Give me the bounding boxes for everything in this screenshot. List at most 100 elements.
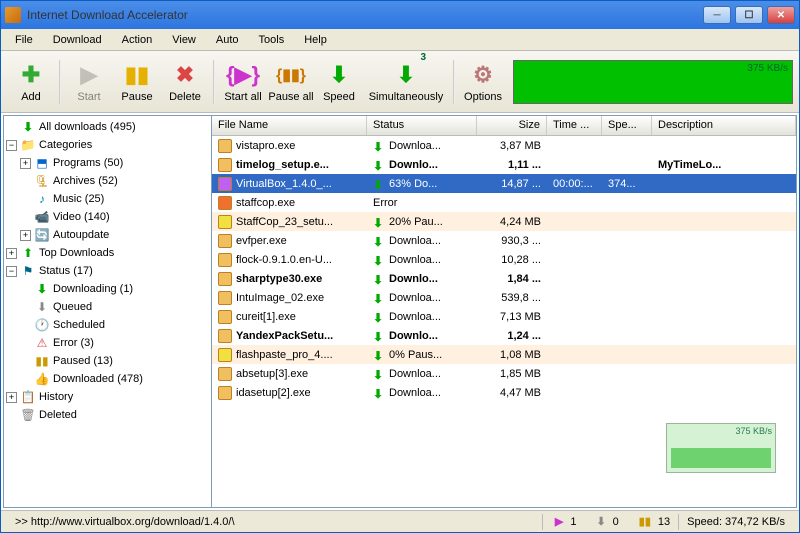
folder-icon: 📁 — [20, 137, 36, 153]
expand-icon[interactable]: + — [20, 158, 31, 169]
menu-action[interactable]: Action — [112, 32, 163, 48]
cell-description — [652, 201, 796, 205]
col-status[interactable]: Status — [367, 116, 477, 135]
cell-time — [547, 334, 602, 338]
table-row[interactable]: sharptype30.exe⬇Downlo...1,84 ... — [212, 269, 796, 288]
status-paused: ▮▮13 — [627, 515, 678, 528]
options-button[interactable]: ⚙ Options — [459, 54, 507, 110]
cell-time — [547, 277, 602, 281]
cell-size — [477, 201, 547, 205]
col-speed[interactable]: Spe... — [602, 116, 652, 135]
tree-queued[interactable]: ⬇Queued — [6, 298, 209, 316]
file-icon — [218, 348, 232, 362]
cell-size: 14,87 ... — [477, 176, 547, 192]
close-button[interactable]: ✕ — [767, 6, 795, 24]
table-row[interactable]: evfper.exe⬇Downloa...930,3 ... — [212, 231, 796, 250]
download-icon: ⬇ — [373, 235, 385, 247]
col-description[interactable]: Description — [652, 116, 796, 135]
delete-button[interactable]: ✖ Delete — [161, 54, 209, 110]
col-time[interactable]: Time ... — [547, 116, 602, 135]
tree-history[interactable]: +📋History — [6, 388, 209, 406]
menu-help[interactable]: Help — [294, 32, 337, 48]
download-icon: ⬇ — [373, 254, 385, 266]
expand-icon[interactable]: + — [20, 230, 31, 241]
tree-downloading[interactable]: ⬇Downloading (1) — [6, 280, 209, 298]
tree-programs[interactable]: +⬒Programs (50) — [6, 154, 209, 172]
minimize-button[interactable]: ─ — [703, 6, 731, 24]
cell-size: 10,28 ... — [477, 252, 547, 268]
category-tree[interactable]: ⬇All downloads (495) −📁Categories +⬒Prog… — [4, 116, 212, 507]
separator — [453, 60, 455, 104]
download-icon: ⬇ — [373, 368, 385, 380]
menu-auto[interactable]: Auto — [206, 32, 249, 48]
separator — [59, 60, 61, 104]
menu-download[interactable]: Download — [43, 32, 112, 48]
table-row[interactable]: VirtualBox_1.4.0_...⬇63% Do...14,87 ...0… — [212, 174, 796, 193]
tree-archives[interactable]: 🗜Archives (52) — [6, 172, 209, 190]
cell-status: ⬇Downloa... — [367, 233, 477, 249]
titlebar[interactable]: Internet Download Accelerator ─ ☐ ✕ — [1, 1, 799, 29]
maximize-button[interactable]: ☐ — [735, 6, 763, 24]
tree-top-downloads[interactable]: +⬆Top Downloads — [6, 244, 209, 262]
menu-tools[interactable]: Tools — [249, 32, 295, 48]
cell-time — [547, 220, 602, 224]
pause-all-button[interactable]: {▮▮} Pause all — [267, 54, 315, 110]
cell-speed — [602, 220, 652, 224]
expand-icon[interactable]: + — [6, 248, 17, 259]
table-row[interactable]: StaffCop_23_setu...⬇20% Pau...4,24 MB — [212, 212, 796, 231]
tree-paused[interactable]: ▮▮Paused (13) — [6, 352, 209, 370]
tree-autoupdate[interactable]: +🔄Autoupdate — [6, 226, 209, 244]
add-button[interactable]: ✚ Add — [7, 54, 55, 110]
cell-filename: IntuImage_02.exe — [212, 289, 367, 307]
table-row[interactable]: YandexPackSetu...⬇Downlo...1,24 ... — [212, 326, 796, 345]
expand-icon[interactable]: + — [6, 392, 17, 403]
table-row[interactable]: IntuImage_02.exe⬇Downloa...539,8 ... — [212, 288, 796, 307]
download-icon: ⬇ — [373, 311, 385, 323]
clock-icon: 🕐 — [34, 317, 50, 333]
tree-music[interactable]: ♪Music (25) — [6, 190, 209, 208]
collapse-icon[interactable]: − — [6, 140, 17, 151]
tree-video[interactable]: 📹Video (140) — [6, 208, 209, 226]
pause-button[interactable]: ▮▮ Pause — [113, 54, 161, 110]
cell-time — [547, 391, 602, 395]
cell-description — [652, 258, 796, 262]
error-icon: ⚠ — [34, 335, 50, 351]
table-row[interactable]: staffcop.exeError — [212, 193, 796, 212]
menu-view[interactable]: View — [162, 32, 206, 48]
cell-speed — [602, 163, 652, 167]
queued-icon: ⬇ — [592, 515, 609, 528]
download-icon: ⬇ — [373, 292, 385, 304]
tree-status[interactable]: −⚑Status (17) — [6, 262, 209, 280]
cell-speed — [602, 315, 652, 319]
tree-downloaded[interactable]: 👍Downloaded (478) — [6, 370, 209, 388]
tree-all-downloads[interactable]: ⬇All downloads (495) — [6, 118, 209, 136]
program-icon: ⬒ — [34, 155, 50, 171]
col-filename[interactable]: File Name — [212, 116, 367, 135]
tree-deleted[interactable]: 🗑Deleted — [6, 406, 209, 424]
tree-scheduled[interactable]: 🕐Scheduled — [6, 316, 209, 334]
speed-button[interactable]: ⬇ Speed — [315, 54, 363, 110]
table-row[interactable]: flashpaste_pro_4....⬇0% Paus...1,08 MB — [212, 345, 796, 364]
table-row[interactable]: vistapro.exe⬇Downloa...3,87 MB — [212, 136, 796, 155]
speed-graph[interactable]: 375 KB/s — [513, 60, 793, 104]
table-row[interactable]: cureit[1].exe⬇Downloa...7,13 MB — [212, 307, 796, 326]
cell-description — [652, 372, 796, 376]
speed-graph-label: 375 KB/s — [747, 63, 788, 74]
tree-categories[interactable]: −📁Categories — [6, 136, 209, 154]
tree-error[interactable]: ⚠Error (3) — [6, 334, 209, 352]
cell-description — [652, 239, 796, 243]
col-size[interactable]: Size — [477, 116, 547, 135]
table-row[interactable]: absetup[3].exe⬇Downloa...1,85 MB — [212, 364, 796, 383]
simultaneously-button[interactable]: ⬇3 Simultaneously — [363, 54, 449, 110]
cell-filename: staffcop.exe — [212, 194, 367, 212]
speed-icon: ⬇ — [325, 61, 353, 89]
file-icon — [218, 253, 232, 267]
collapse-icon[interactable]: − — [6, 266, 17, 277]
table-row[interactable]: timelog_setup.e...⬇Downlo...1,11 ...MyTi… — [212, 155, 796, 174]
table-row[interactable]: flock-0.9.1.0.en-U...⬇Downloa...10,28 ..… — [212, 250, 796, 269]
table-row[interactable]: idasetup[2].exe⬇Downloa...4,47 MB — [212, 383, 796, 402]
start-all-button[interactable]: {▶} Start all — [219, 54, 267, 110]
start-button[interactable]: ▶ Start — [65, 54, 113, 110]
mini-speed-graph[interactable]: 375 KB/s — [666, 423, 776, 473]
menu-file[interactable]: File — [5, 32, 43, 48]
